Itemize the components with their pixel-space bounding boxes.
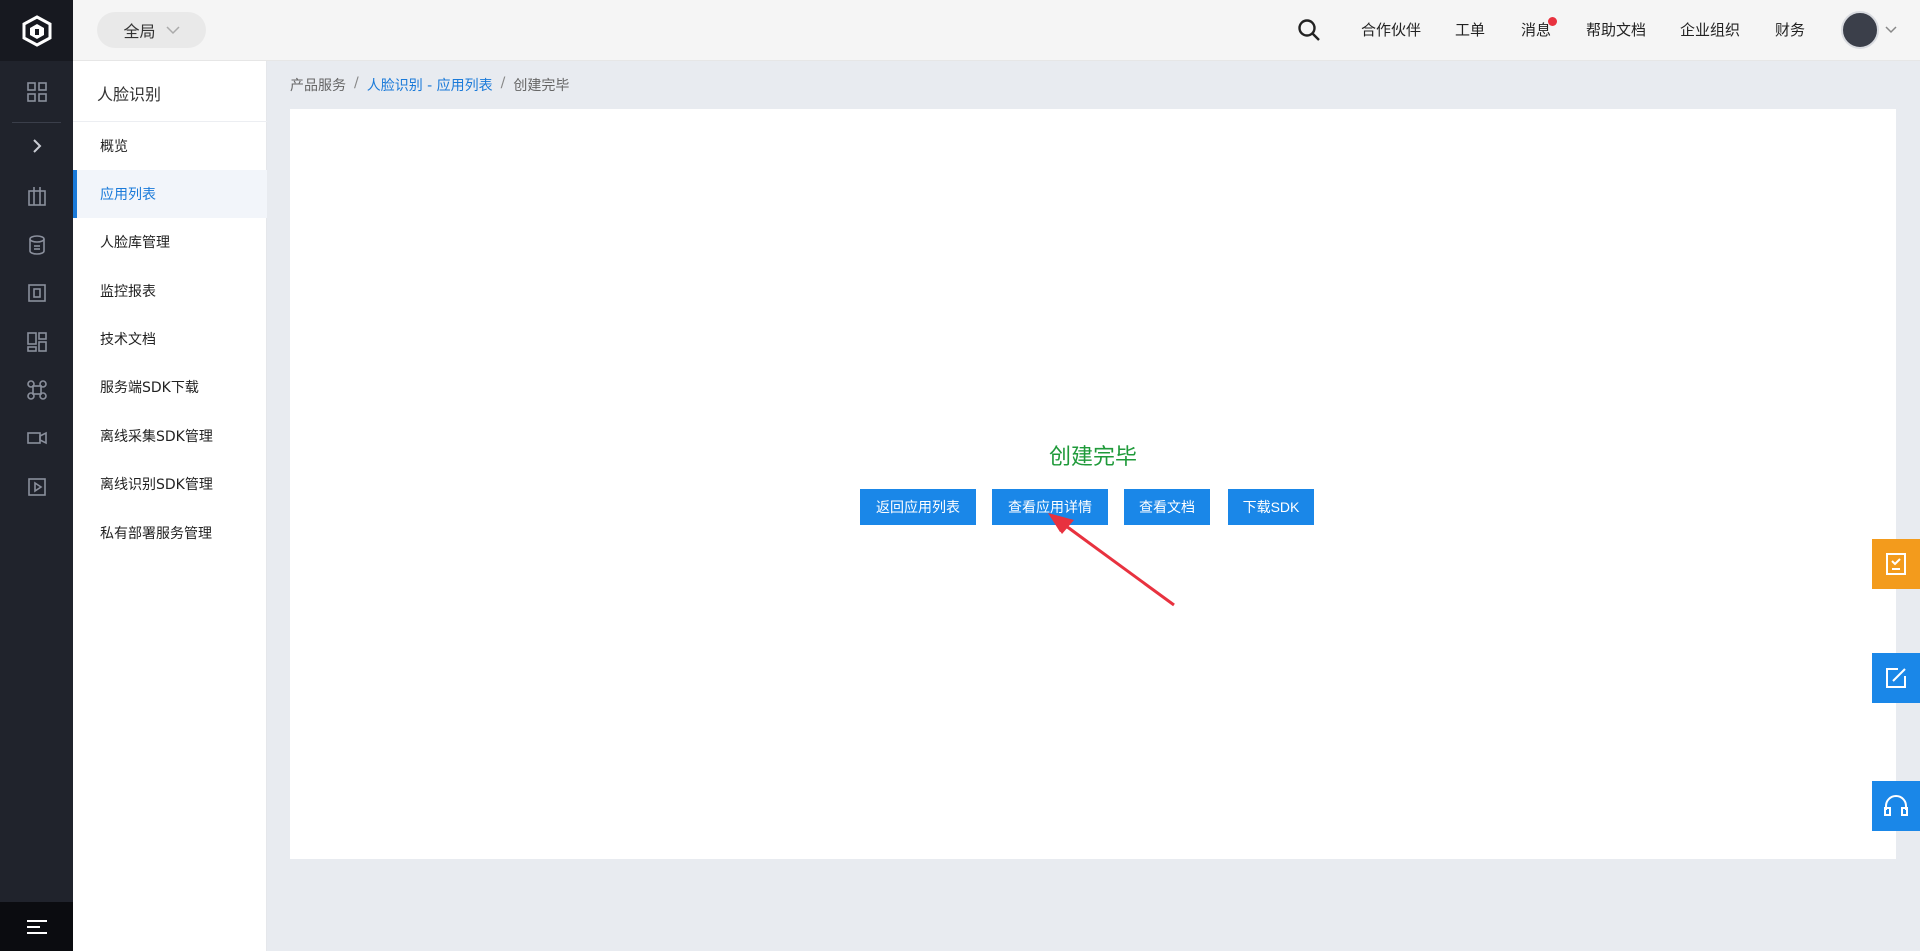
sidebar-item-app-list[interactable]: 应用列表 bbox=[73, 170, 267, 218]
breadcrumb-root[interactable]: 产品服务 bbox=[290, 75, 346, 95]
sidebar-item-monitoring[interactable]: 监控报表 bbox=[73, 267, 267, 315]
icon-rail bbox=[0, 0, 73, 951]
layout-icon[interactable] bbox=[0, 322, 73, 362]
download-sdk-button[interactable]: 下载SDK bbox=[1228, 489, 1314, 525]
breadcrumb-current: 创建完毕 bbox=[513, 78, 570, 94]
scope-select[interactable]: 全局 bbox=[97, 12, 206, 48]
chevron-down-icon bbox=[165, 25, 180, 34]
sidebar-item-offline-recognition-sdk[interactable]: 离线识别SDK管理 bbox=[73, 460, 267, 508]
nav-finance[interactable]: 财务 bbox=[1775, 19, 1805, 40]
support-float-button[interactable] bbox=[1872, 781, 1920, 831]
sidebar-item-tech-docs[interactable]: 技术文档 bbox=[73, 315, 267, 363]
feedback-float-button[interactable] bbox=[1872, 653, 1920, 703]
breadcrumb-parent[interactable]: 人脸识别 - 应用列表 bbox=[367, 75, 493, 95]
edit-icon bbox=[1886, 668, 1906, 688]
face-scan-icon[interactable] bbox=[0, 273, 73, 313]
top-header: 全局 合作伙伴 工单 消息 帮助文档 企业组织 财务 bbox=[73, 0, 1920, 61]
database-icon[interactable] bbox=[0, 225, 73, 265]
rail-divider bbox=[12, 122, 61, 123]
nav-help-docs[interactable]: 帮助文档 bbox=[1586, 19, 1646, 40]
cloud-logo[interactable] bbox=[0, 0, 73, 61]
nav-partners[interactable]: 合作伙伴 bbox=[1361, 19, 1421, 40]
breadcrumb: 产品服务 / 人脸识别 - 应用列表 / 创建完毕 bbox=[290, 75, 569, 95]
status-title: 创建完毕 bbox=[1048, 445, 1137, 470]
checklist-icon bbox=[1886, 553, 1906, 575]
headset-icon bbox=[1884, 795, 1908, 816]
dashboard-grid-icon[interactable] bbox=[0, 72, 73, 112]
search-icon[interactable] bbox=[1297, 18, 1321, 42]
sidebar-title: 人脸识别 bbox=[97, 85, 162, 104]
breadcrumb-separator: / bbox=[500, 75, 506, 91]
avatar-chevron-down-icon[interactable] bbox=[1885, 26, 1897, 34]
message-unread-dot bbox=[1548, 17, 1557, 26]
result-card: 创建完毕 返回应用列表 查看应用详情 查看文档 下载SDK bbox=[290, 109, 1896, 859]
task-checklist-float-button[interactable] bbox=[1872, 539, 1920, 589]
video-camera-icon[interactable] bbox=[0, 418, 73, 458]
sidebar-item-offline-capture-sdk[interactable]: 离线采集SDK管理 bbox=[73, 412, 267, 460]
view-docs-button[interactable]: 查看文档 bbox=[1124, 489, 1210, 525]
user-avatar[interactable] bbox=[1841, 11, 1879, 49]
sidebar-item-private-deploy[interactable]: 私有部署服务管理 bbox=[73, 509, 267, 557]
breadcrumb-separator: / bbox=[354, 75, 359, 91]
back-to-list-button[interactable]: 返回应用列表 bbox=[860, 489, 976, 525]
logo-icon bbox=[22, 14, 51, 47]
command-icon[interactable] bbox=[0, 370, 73, 410]
nav-messages[interactable]: 消息 bbox=[1521, 19, 1551, 40]
expand-chevron-icon[interactable] bbox=[0, 126, 73, 166]
play-box-icon[interactable] bbox=[0, 467, 73, 507]
menu-toggle-icon[interactable] bbox=[0, 902, 73, 951]
nav-enterprise[interactable]: 企业组织 bbox=[1680, 19, 1740, 40]
sidebar-item-face-library[interactable]: 人脸库管理 bbox=[73, 218, 267, 266]
sidebar-item-overview[interactable]: 概览 bbox=[73, 122, 267, 170]
building-icon[interactable] bbox=[0, 176, 73, 216]
nav-tickets[interactable]: 工单 bbox=[1455, 19, 1485, 40]
view-app-detail-button[interactable]: 查看应用详情 bbox=[992, 489, 1108, 525]
scope-label: 全局 bbox=[123, 22, 156, 41]
product-sidebar: 人脸识别 概览 应用列表 人脸库管理 监控报表 技术文档 服务端SDK下载 离线… bbox=[73, 61, 267, 951]
sidebar-item-server-sdk[interactable]: 服务端SDK下载 bbox=[73, 363, 267, 411]
